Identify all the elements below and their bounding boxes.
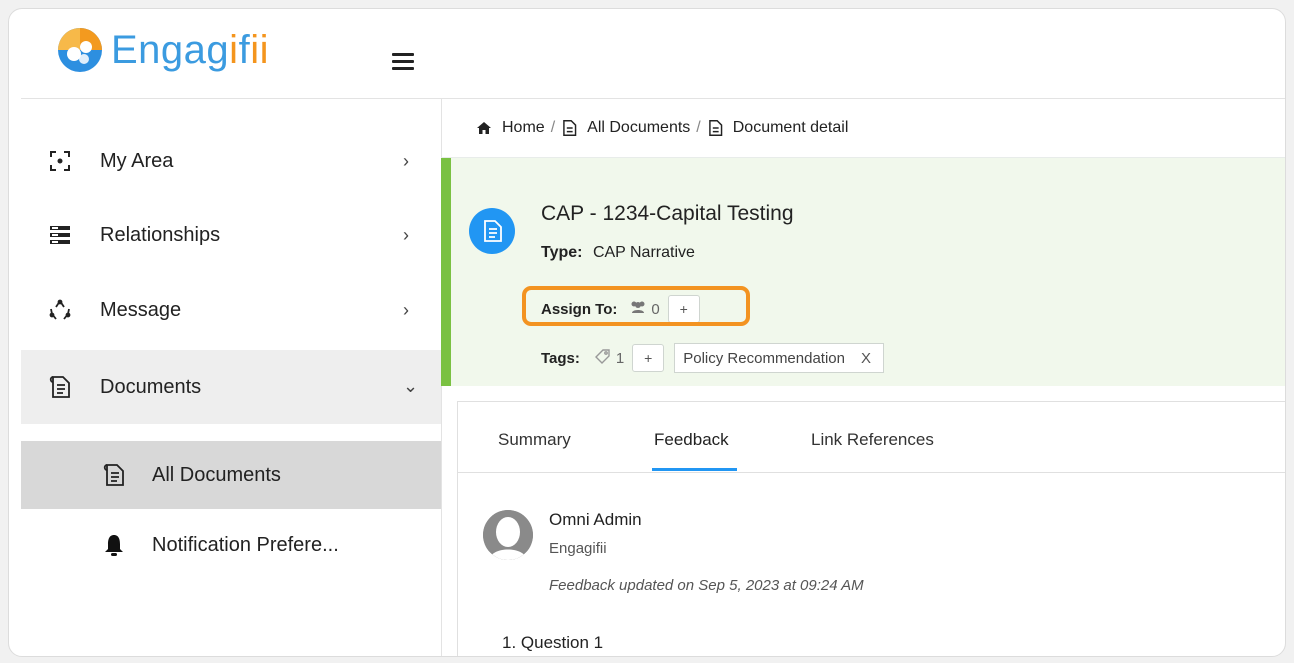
- breadcrumb-separator: /: [550, 119, 556, 136]
- logo[interactable]: Engagifii: [57, 27, 269, 73]
- sidebar-item-label: Relationships: [100, 223, 221, 246]
- document-icon: [707, 119, 723, 137]
- active-tab-indicator: [652, 468, 737, 471]
- chevron-down-icon: ⌄: [403, 376, 419, 396]
- sidebar-item-message[interactable]: Message ›: [21, 273, 441, 347]
- tag-icon: [594, 348, 612, 368]
- document-badge-icon: [469, 208, 515, 254]
- document-icon: [561, 119, 577, 137]
- sidebar-item-label: Notification Prefere...: [152, 533, 339, 556]
- sidebar-subitem-notification-preferences[interactable]: Notification Prefere...: [21, 511, 441, 579]
- highlight-annotation: [522, 286, 750, 326]
- document-header-card: CAP - 1234-Capital Testing Type: CAP Nar…: [441, 157, 1285, 386]
- type-value: CAP Narrative: [592, 244, 695, 261]
- sidebar-item-label: Documents: [100, 375, 202, 398]
- avatar: [483, 510, 533, 560]
- sidebar-item-my-area[interactable]: My Area ›: [21, 124, 441, 198]
- logo-text: Engagifii: [111, 28, 269, 73]
- sidebar-item-relationships[interactable]: Relationships ›: [21, 198, 441, 272]
- document-title: CAP - 1234-Capital Testing: [541, 202, 794, 225]
- server-list-icon: [47, 222, 73, 248]
- focus-icon: [47, 148, 73, 174]
- feedback-organization: Engagifii: [549, 540, 607, 557]
- add-tag-button[interactable]: +: [632, 344, 665, 372]
- chevron-right-icon: ›: [403, 224, 409, 245]
- sidebar-subitem-all-documents[interactable]: All Documents: [21, 441, 441, 509]
- tab-feedback[interactable]: Feedback: [654, 430, 729, 450]
- feedback-author: Omni Admin: [549, 510, 642, 529]
- tag-label: Policy Recommendation: [683, 349, 845, 367]
- sidebar-item-label: My Area: [100, 149, 174, 172]
- content-panel: Summary Feedback Link References Omni Ad…: [457, 401, 1285, 656]
- tag-chip: Policy Recommendation X: [674, 343, 885, 373]
- document-icon: [47, 374, 73, 400]
- tab-link-references[interactable]: Link References: [811, 430, 934, 450]
- tags-label: Tags:: [541, 349, 580, 367]
- question-item: 1. Question 1: [502, 633, 604, 652]
- breadcrumb-separator: /: [696, 119, 701, 136]
- engagifii-logo-icon: [57, 27, 103, 73]
- remove-tag-button[interactable]: X: [861, 350, 871, 367]
- breadcrumb-home-link[interactable]: Home: [502, 119, 545, 137]
- app-window: Engagifii My Area › Relationships › Mess…: [8, 8, 1286, 657]
- logo-text-part: Engag: [111, 27, 230, 72]
- recycle-icon: [47, 297, 73, 323]
- bell-icon: [101, 532, 127, 558]
- status-bar: [441, 158, 451, 386]
- chevron-right-icon: ›: [403, 299, 409, 320]
- type-label: Type:: [541, 244, 583, 261]
- document-icon: [101, 462, 127, 488]
- sidebar: My Area › Relationships › Message › Docu…: [21, 99, 441, 656]
- tags-row: Tags: 1 + Policy Recommendation X: [541, 343, 885, 373]
- logo-text-accent: ii: [250, 27, 269, 72]
- hamburger-icon[interactable]: [392, 53, 414, 74]
- sidebar-item-label: Message: [100, 298, 182, 321]
- tab-bar: Summary Feedback Link References: [458, 402, 1285, 473]
- tab-summary[interactable]: Summary: [498, 430, 571, 450]
- sidebar-item-documents[interactable]: Documents ⌄: [21, 350, 441, 424]
- chevron-right-icon: ›: [403, 150, 409, 171]
- breadcrumb: Home / All Documents / Document detail: [476, 119, 848, 137]
- document-type: Type: CAP Narrative: [541, 244, 695, 262]
- breadcrumb-all-documents-link[interactable]: All Documents: [587, 119, 690, 137]
- logo-text-part: f: [238, 27, 251, 72]
- tag-count: 1: [615, 349, 625, 367]
- sidebar-item-label: All Documents: [152, 463, 281, 486]
- feedback-timestamp: Feedback updated on Sep 5, 2023 at 09:24…: [549, 577, 864, 594]
- top-bar: Engagifii: [9, 9, 1285, 99]
- breadcrumb-current: Document detail: [732, 119, 849, 136]
- logo-text-accent: i: [229, 27, 239, 72]
- home-icon: [476, 121, 492, 135]
